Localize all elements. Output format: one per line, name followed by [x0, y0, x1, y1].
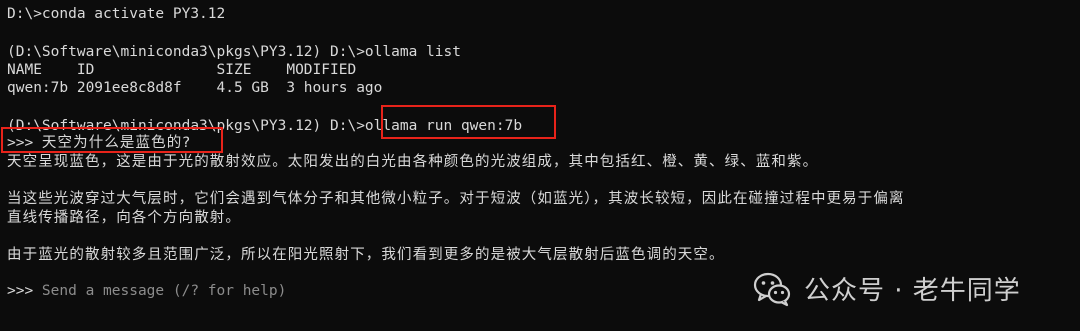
wechat-icon	[753, 272, 791, 307]
terminal-line-list-row: qwen:7b 2091ee8c8d8f 4.5 GB 3 hours ago	[7, 80, 383, 96]
terminal-input-line[interactable]: >>> Send a message (/? for help)	[7, 282, 286, 301]
terminal-window[interactable]: D:\>conda activate PY3.12 (D:\Software\m…	[0, 0, 1080, 331]
highlight-box-question	[1, 127, 223, 153]
watermark-text: 公众号 · 老牛同学	[804, 275, 1021, 306]
watermark: 公众号 · 老牛同学	[752, 266, 1021, 310]
answer-line-2a: 当这些光波穿过大气层时，它们会遇到气体分子和其他微小粒子。对于短波（如蓝光），其…	[7, 191, 905, 207]
terminal-line-list-header: NAME ID SIZE MODIFIED	[7, 62, 357, 78]
answer-line-1: 天空呈现蓝色，这是由于光的散射效应。太阳发出的白光由各种颜色的光波组成，其中包括…	[7, 154, 819, 170]
input-prompt: >>>	[7, 283, 42, 299]
answer-line-2b: 直线传播路径，向各个方向散射。	[7, 210, 241, 226]
answer-line-3: 由于蓝光的散射较多且范围广泛，所以在阳光照射下，我们看到更多的是被大气层散射后蓝…	[7, 247, 725, 263]
highlight-box-run-command	[381, 105, 556, 139]
terminal-line-list-command: (D:\Software\miniconda3\pkgs\PY3.12) D:\…	[7, 44, 461, 60]
input-placeholder[interactable]: Send a message (/? for help)	[42, 283, 286, 299]
terminal-line-activate: D:\>conda activate PY3.12	[7, 6, 226, 22]
